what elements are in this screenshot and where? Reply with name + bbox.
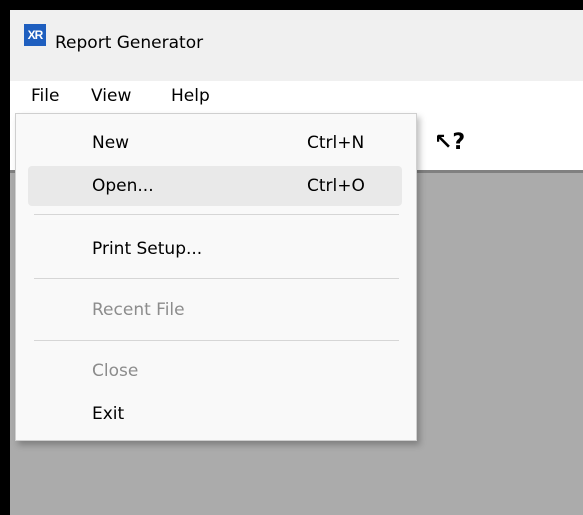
help-pointer-icon[interactable]: ↖?: [434, 130, 465, 155]
window-title: Report Generator: [55, 33, 204, 53]
menu-item-shortcut: Ctrl+N: [307, 133, 365, 153]
menu-item-label: Print Setup...: [92, 239, 203, 259]
menu-item-exit[interactable]: Exit: [28, 394, 402, 434]
menu-help[interactable]: Help: [165, 81, 216, 113]
menu-separator: [34, 340, 399, 341]
menu-item-open[interactable]: Open... Ctrl+O: [28, 166, 402, 206]
menu-file[interactable]: File: [25, 81, 66, 113]
menu-bar: File View Help: [10, 81, 583, 113]
menu-item-label: New: [92, 133, 130, 153]
menu-item-label: Open...: [92, 176, 154, 196]
menu-view[interactable]: View: [85, 81, 137, 113]
menu-item-print-setup[interactable]: Print Setup...: [28, 229, 402, 269]
menu-item-shortcut: Ctrl+O: [307, 176, 365, 196]
window-border-top: [0, 0, 583, 10]
menu-separator: [34, 278, 399, 279]
menu-item-label: Recent File: [92, 300, 185, 320]
menu-item-close: Close: [28, 351, 402, 391]
menu-separator: [34, 214, 399, 215]
menu-item-new[interactable]: New Ctrl+N: [28, 123, 402, 163]
window-border-left: [0, 0, 10, 515]
file-menu-dropdown: New Ctrl+N Open... Ctrl+O Print Setup...…: [15, 113, 417, 441]
menu-item-label: Exit: [92, 404, 125, 424]
menu-item-label: Close: [92, 361, 139, 381]
menu-item-recent-file: Recent File: [28, 290, 402, 330]
app-icon: XR: [24, 24, 46, 46]
